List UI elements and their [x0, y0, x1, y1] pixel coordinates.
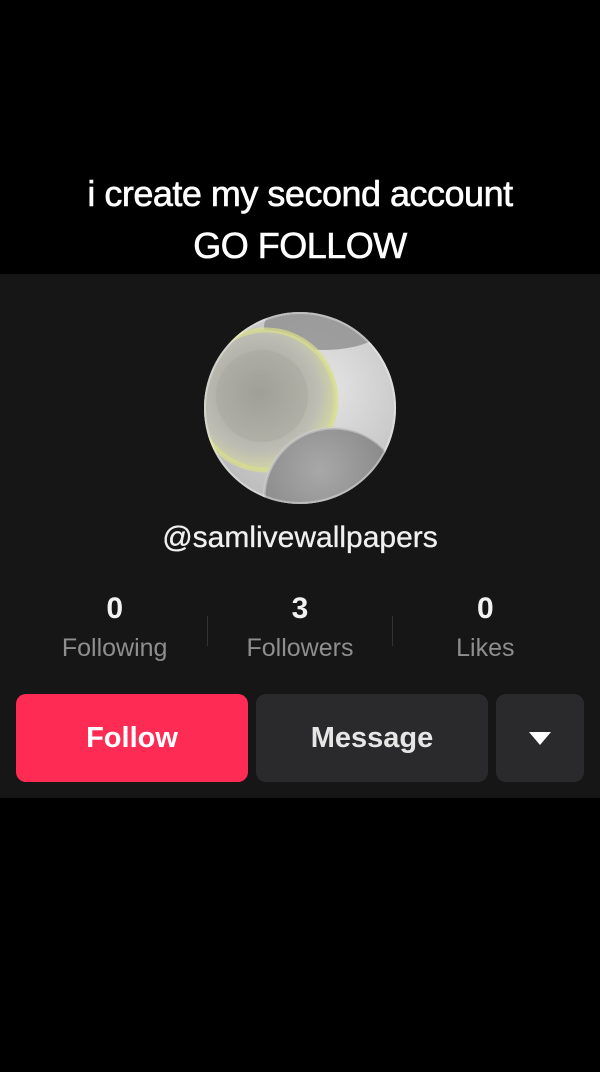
avatar[interactable]	[204, 312, 396, 504]
stat-value: 0	[106, 592, 123, 625]
profile-handle: @samlivewallpapers	[162, 521, 438, 554]
stat-label: Followers	[246, 634, 354, 662]
profile-actions: Follow Message	[16, 694, 584, 782]
profile-stats: 0 Following 3 Followers 0 Likes	[22, 590, 578, 670]
chevron-down-icon	[529, 731, 551, 745]
stat-value: 0	[476, 592, 494, 625]
follow-button[interactable]: Follow	[16, 694, 248, 782]
stat-value: 3	[291, 592, 309, 625]
video-caption: i create my second account GO FOLLOW	[0, 168, 600, 272]
avatar-image	[204, 312, 396, 504]
stat-following[interactable]: 0 Following	[22, 590, 207, 670]
profile-card: @samlivewallpapers 0 Following 3 Followe…	[0, 274, 600, 798]
stat-likes[interactable]: 0 Likes	[393, 590, 578, 670]
caption-line-2: GO FOLLOW	[193, 225, 408, 267]
message-button[interactable]: Message	[256, 694, 488, 782]
stat-label: Likes	[456, 634, 515, 662]
more-options-button[interactable]	[496, 694, 584, 782]
stat-followers[interactable]: 3 Followers	[207, 590, 393, 670]
stat-divider	[207, 616, 209, 646]
caption-line-1: i create my second account	[87, 173, 513, 215]
stat-label: Following	[61, 634, 168, 662]
